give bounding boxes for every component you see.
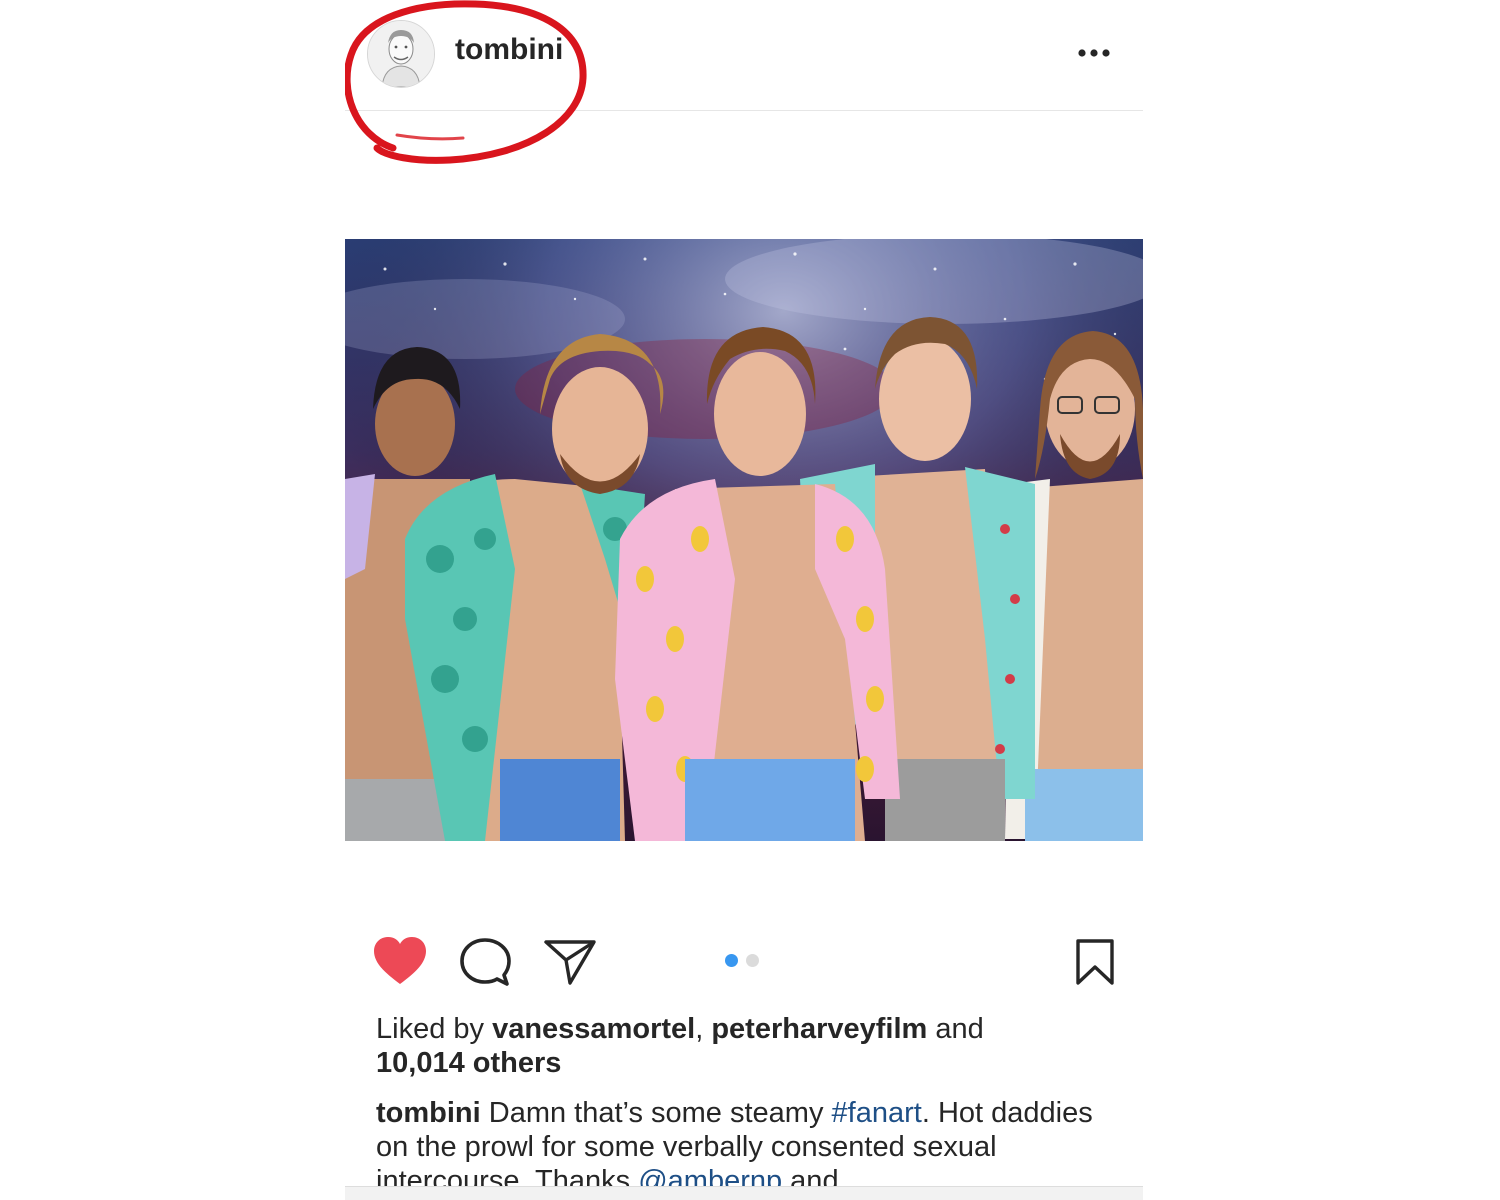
carousel-dot-active xyxy=(725,954,738,967)
post: tombini Liked by vanessamortel, peterhar… xyxy=(345,0,1143,1200)
instagram-post-page: tombini Liked by vanessamortel, peterhar… xyxy=(0,0,1500,1200)
carousel-dot xyxy=(746,954,759,967)
fanart-painting xyxy=(345,239,1143,841)
likes-count[interactable]: 10,014 others xyxy=(376,1047,561,1079)
post-caption: tombini Damn that’s some steamy #fanart.… xyxy=(376,1096,1116,1188)
heart-icon xyxy=(374,937,426,984)
mention-link[interactable]: @ambernp xyxy=(638,1165,782,1188)
share-button[interactable] xyxy=(543,938,597,991)
caption-text: and xyxy=(782,1165,839,1188)
likes-summary: Liked by vanessamortel, peterharveyfilm … xyxy=(376,1012,1116,1080)
bottom-edge xyxy=(345,1186,1143,1200)
save-button[interactable] xyxy=(1075,938,1115,991)
paper-plane-icon xyxy=(544,940,596,985)
comment-bubble-icon xyxy=(460,938,511,986)
comment-button[interactable] xyxy=(459,937,511,992)
post-actions xyxy=(345,925,1143,1000)
likes-separator: , xyxy=(695,1013,712,1045)
likes-and: and xyxy=(927,1013,984,1045)
post-username[interactable]: tombini xyxy=(455,33,563,67)
carousel-indicator xyxy=(725,954,765,968)
liker-username[interactable]: peterharveyfilm xyxy=(711,1013,927,1045)
bookmark-icon xyxy=(1076,939,1114,985)
more-options-button[interactable] xyxy=(1073,36,1117,70)
caption-text: Damn that’s some steamy xyxy=(480,1097,832,1129)
like-button[interactable] xyxy=(373,936,427,991)
likes-prefix: Liked by xyxy=(376,1013,493,1045)
liker-username[interactable]: vanessamortel xyxy=(492,1013,695,1045)
post-image[interactable] xyxy=(345,239,1143,841)
avatar-portrait-sketch xyxy=(368,21,434,87)
post-header: tombini xyxy=(345,0,1143,111)
caption-username[interactable]: tombini xyxy=(376,1097,481,1129)
avatar[interactable] xyxy=(367,20,435,88)
ellipsis-icon xyxy=(1078,49,1110,57)
hashtag-link[interactable]: #fanart xyxy=(832,1097,922,1129)
